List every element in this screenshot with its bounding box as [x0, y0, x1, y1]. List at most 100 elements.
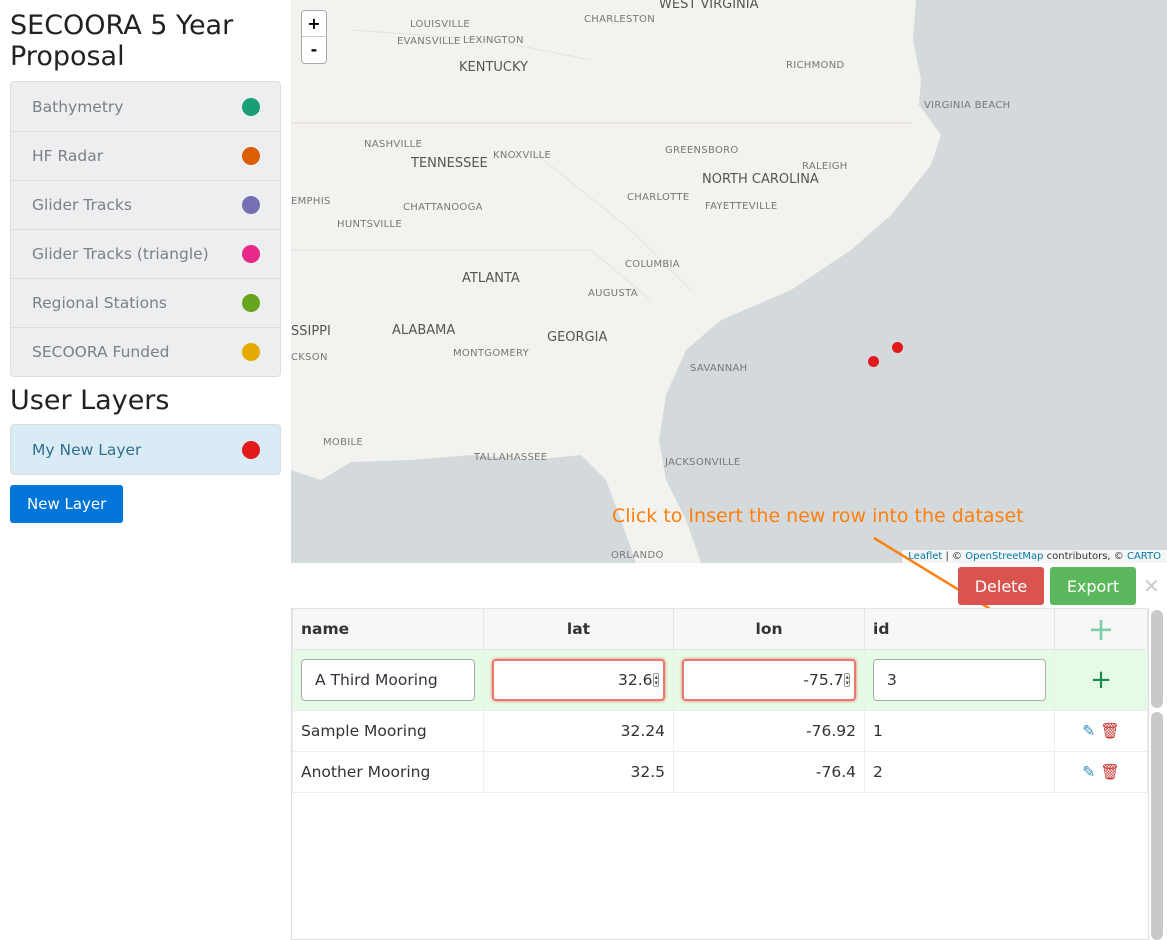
layer-list: Bathymetry HF Radar Glider Tracks Glider…	[10, 81, 281, 377]
map-label-city: ORLANDO	[611, 550, 664, 561]
map-label-state: KENTUCKY	[459, 60, 528, 75]
layer-label: Glider Tracks (triangle)	[32, 245, 209, 263]
table-row: Another Mooring 32.5 -76.4 2 ✎ 🗑	[292, 751, 1148, 793]
table-row: Sample Mooring 32.24 -76.92 1 ✎ 🗑	[292, 710, 1148, 752]
map-label-city: VIRGINIA BEACH	[924, 100, 1011, 111]
input-value: 32.6	[617, 671, 653, 689]
layer-color-dot	[242, 294, 260, 312]
layer-color-dot	[242, 440, 260, 459]
map-label-city: TALLAHASSEE	[474, 452, 548, 463]
osm-link[interactable]: OpenStreetMap	[965, 551, 1043, 562]
map-label-city: GREENSBORO	[665, 145, 739, 156]
layer-label: Bathymetry	[32, 97, 124, 116]
layer-bathymetry[interactable]: Bathymetry	[11, 82, 280, 131]
map-label-state: NORTH CAROLINA	[702, 172, 819, 187]
map-label-city: JACKSONVILLE	[665, 457, 741, 468]
trash-icon[interactable]: 🗑	[1100, 722, 1120, 740]
layer-label: SECOORA Funded	[32, 343, 170, 361]
map-label-city: CHARLOTTE	[627, 192, 690, 203]
layer-label: HF Radar	[32, 147, 104, 165]
edit-pencil-icon[interactable]: ✎	[1082, 722, 1095, 740]
layer-color-dot	[242, 147, 260, 165]
attr-text: contributors, ©	[1043, 551, 1127, 562]
input-value: -75.7	[803, 671, 844, 689]
map-label-city: MONTGOMERY	[453, 348, 530, 359]
zoom-out-button[interactable]: -	[302, 37, 326, 63]
layer-color-dot	[242, 196, 260, 214]
new-row: A Third Mooring 32.6 ▴ ▾ -75.7 ▴ ▾ 3 +	[292, 649, 1148, 711]
edit-pencil-icon[interactable]: ✎	[1082, 763, 1095, 781]
map[interactable]: WEST VIRGINIA KENTUCKY TENNESSEE NORTH C…	[291, 0, 1167, 563]
map-label-city: CHARLESTON	[584, 14, 655, 25]
new-lon-input[interactable]: -75.7 ▴ ▾	[682, 659, 856, 701]
layer-glider-tracks[interactable]: Glider Tracks	[11, 180, 280, 229]
col-header-lon[interactable]: lon	[673, 608, 865, 650]
map-label-city: COLUMBIA	[625, 259, 680, 270]
leaflet-link[interactable]: Leaflet	[908, 551, 942, 562]
new-id-input[interactable]: 3	[873, 659, 1046, 701]
map-label-city: RALEIGH	[802, 161, 848, 172]
data-table: name lat lon id + A Third Mooring 32.6 ▴ ▾…	[291, 608, 1149, 940]
map-label-city: CHATTANOOGA	[403, 202, 483, 213]
map-marker[interactable]	[868, 356, 879, 367]
input-value: 3	[887, 671, 897, 689]
layer-color-dot	[242, 343, 260, 361]
col-header-id[interactable]: id	[864, 608, 1055, 650]
header-scrollbar[interactable]	[1151, 610, 1163, 708]
cell-lat: 32.24	[483, 710, 674, 752]
user-layer-my-new-layer[interactable]: My New Layer	[11, 425, 280, 474]
map-label-city: EVANSVILLE	[397, 36, 461, 47]
layer-label: Glider Tracks	[32, 196, 132, 214]
cell-id: 2	[864, 751, 1055, 793]
col-header-lat[interactable]: lat	[483, 608, 674, 650]
insert-row-plus-icon[interactable]: +	[1054, 649, 1148, 711]
trash-icon[interactable]: 🗑	[1100, 763, 1120, 781]
map-label-city: MOBILE	[323, 437, 363, 448]
map-label-city: HUNTSVILLE	[337, 219, 403, 230]
layer-hf-radar[interactable]: HF Radar	[11, 131, 280, 180]
carto-link[interactable]: CARTO	[1127, 551, 1161, 562]
map-label-city: RICHMOND	[786, 60, 845, 71]
col-header-name[interactable]: name	[292, 608, 484, 650]
layer-label: Regional Stations	[32, 294, 167, 312]
spinner-icon[interactable]: ▴ ▾	[844, 673, 850, 687]
cell-lat: 32.5	[483, 751, 674, 793]
layer-regional-stations[interactable]: Regional Stations	[11, 278, 280, 327]
close-icon[interactable]: ✕	[1143, 574, 1160, 598]
spinner-icon[interactable]: ▴ ▾	[653, 673, 659, 687]
add-row-header-icon[interactable]: +	[1054, 608, 1148, 650]
page-title: SECOORA 5 Year Proposal	[10, 10, 234, 72]
layer-color-dot	[242, 245, 260, 263]
annotation-text: Click to Insert the new row into the dat…	[612, 505, 1024, 527]
map-label-state: GEORGIA	[547, 330, 608, 345]
map-label-city: EMPHIS	[291, 196, 331, 207]
delete-button[interactable]: Delete	[958, 567, 1044, 605]
cell-lon: -76.4	[673, 751, 865, 793]
map-label-city: NASHVILLE	[364, 139, 423, 150]
cell-lon: -76.92	[673, 710, 865, 752]
map-label-state: ATLANTA	[462, 271, 520, 286]
map-land	[291, 0, 941, 563]
table-scrollbar[interactable]	[1151, 712, 1163, 940]
export-button[interactable]: Export	[1050, 567, 1136, 605]
zoom-in-button[interactable]: +	[302, 11, 326, 37]
layer-glider-tracks-triangle[interactable]: Glider Tracks (triangle)	[11, 229, 280, 278]
attr-text: | ©	[942, 551, 966, 562]
user-layer-list: My New Layer	[10, 424, 281, 475]
map-attribution: Leaflet | © OpenStreetMap contributors, …	[902, 550, 1167, 563]
new-layer-button[interactable]: New Layer	[10, 485, 124, 523]
map-label-city: CKSON	[291, 352, 328, 363]
cell-name: Sample Mooring	[292, 710, 484, 752]
map-marker[interactable]	[892, 342, 903, 353]
layer-secoora-funded[interactable]: SECOORA Funded	[11, 327, 280, 376]
map-label-state: ALABAMA	[392, 323, 456, 338]
new-name-input[interactable]: A Third Mooring	[301, 659, 475, 701]
user-layers-heading: User Layers	[10, 385, 170, 416]
cell-id: 1	[864, 710, 1055, 752]
layer-label: My New Layer	[32, 440, 142, 459]
map-label-state: SSIPPI	[291, 324, 331, 339]
input-value: A Third Mooring	[315, 671, 438, 689]
sidebar: SECOORA 5 Year Proposal Bathymetry HF Ra…	[10, 0, 281, 523]
new-lat-input[interactable]: 32.6 ▴ ▾	[492, 659, 665, 701]
map-label-state: TENNESSEE	[411, 156, 488, 171]
